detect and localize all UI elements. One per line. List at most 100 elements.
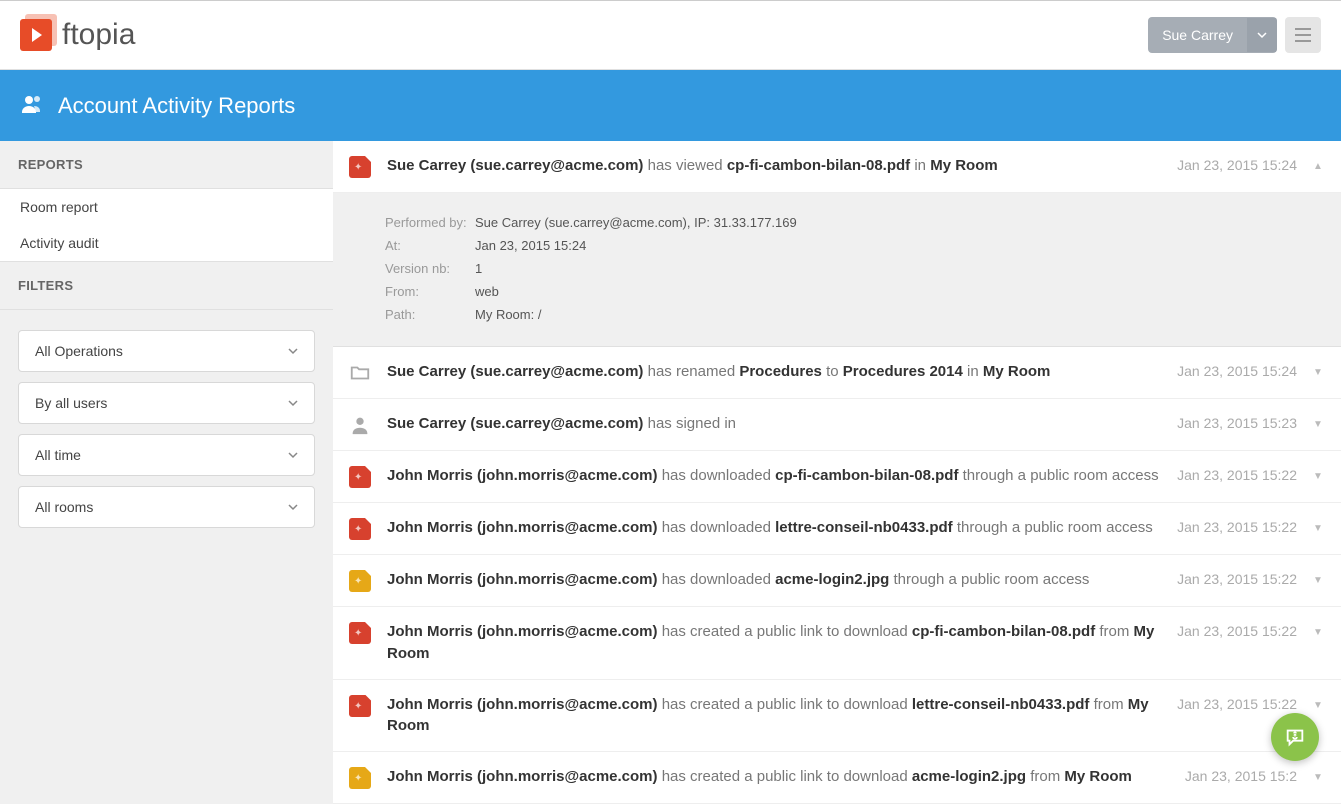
location-name: My Room: [1064, 768, 1132, 785]
object-name: Procedures: [739, 363, 822, 380]
activity-timestamp: Jan 23, 2015 15:22: [1177, 696, 1297, 712]
object-name: cp-fi-cambon-bilan-08.pdf: [727, 157, 910, 174]
location-name: My Room: [983, 363, 1051, 380]
filter-rooms-label: All rooms: [35, 499, 93, 515]
action-text: in: [914, 157, 926, 174]
chevron-down-icon: [288, 499, 298, 515]
activity-row[interactable]: John Morris (john.morris@acme.com) has d…: [333, 555, 1341, 607]
action-text: has created a public link to download: [662, 696, 908, 713]
action-text: has downloaded: [662, 571, 771, 588]
activity-description: John Morris (john.morris@acme.com) has c…: [387, 621, 1161, 665]
expand-toggle-icon[interactable]: ▼: [1313, 523, 1323, 534]
logo[interactable]: ftopia: [20, 18, 135, 52]
activity-description: Sue Carrey (sue.carrey@acme.com) has ren…: [387, 361, 1161, 383]
action-text: from: [1099, 623, 1129, 640]
filter-rooms[interactable]: All rooms: [18, 486, 315, 528]
detail-label: Performed by:: [385, 215, 475, 230]
expand-toggle-icon[interactable]: ▼: [1313, 419, 1323, 430]
activity-row[interactable]: John Morris (john.morris@acme.com) has c…: [333, 607, 1341, 680]
action-text: in: [967, 363, 979, 380]
filter-time[interactable]: All time: [18, 434, 315, 476]
location-name: My Room: [930, 157, 998, 174]
actor-name: Sue Carrey (sue.carrey@acme.com): [387, 415, 643, 432]
object-name: acme-login2.jpg: [775, 571, 889, 588]
activity-timestamp: Jan 23, 2015 15:22: [1177, 623, 1297, 639]
detail-value: web: [475, 284, 499, 299]
filter-operations-label: All Operations: [35, 343, 123, 359]
activity-row[interactable]: Sue Carrey (sue.carrey@acme.com) has sig…: [333, 399, 1341, 451]
filter-users[interactable]: By all users: [18, 382, 315, 424]
actor-name: John Morris (john.morris@acme.com): [387, 571, 658, 588]
user-name-label: Sue Carrey: [1148, 18, 1247, 52]
action-text: from: [1030, 768, 1060, 785]
activity-timestamp: Jan 23, 2015 15:22: [1177, 519, 1297, 535]
actor-name: John Morris (john.morris@acme.com): [387, 696, 658, 713]
expand-toggle-icon[interactable]: ▲: [1313, 161, 1323, 172]
activity-timestamp: Jan 23, 2015 15:22: [1177, 571, 1297, 587]
expand-toggle-icon[interactable]: ▼: [1313, 627, 1323, 638]
expand-toggle-icon[interactable]: ▼: [1313, 471, 1323, 482]
activity-row[interactable]: John Morris (john.morris@acme.com) has d…: [333, 503, 1341, 555]
expand-toggle-icon[interactable]: ▼: [1313, 367, 1323, 378]
pdf-file-icon: [349, 518, 371, 540]
expand-toggle-icon[interactable]: ▼: [1313, 575, 1323, 586]
pdf-file-icon: [349, 695, 371, 717]
pdf-file-icon: [349, 156, 371, 178]
sidebar-item-room-report[interactable]: Room report: [0, 189, 333, 225]
activity-list: Sue Carrey (sue.carrey@acme.com) has vie…: [333, 141, 1341, 804]
activity-row[interactable]: John Morris (john.morris@acme.com) has d…: [333, 451, 1341, 503]
activity-row[interactable]: John Morris (john.morris@acme.com) has c…: [333, 680, 1341, 753]
action-text: through a public room access: [957, 519, 1153, 536]
activity-description: John Morris (john.morris@acme.com) has d…: [387, 517, 1161, 539]
action-text: through a public room access: [963, 467, 1159, 484]
detail-value: Sue Carrey (sue.carrey@acme.com), IP: 31…: [475, 215, 797, 230]
user-menu-button[interactable]: Sue Carrey: [1148, 17, 1277, 53]
action-text: has created a public link to download: [662, 623, 908, 640]
object-name: acme-login2.jpg: [912, 768, 1026, 785]
hamburger-menu-button[interactable]: [1285, 17, 1321, 53]
filter-time-label: All time: [35, 447, 81, 463]
user-icon: [349, 414, 371, 436]
activity-row[interactable]: Sue Carrey (sue.carrey@acme.com) has vie…: [333, 141, 1341, 193]
action-text: has signed in: [648, 415, 736, 432]
chevron-down-icon: [288, 343, 298, 359]
expand-toggle-icon[interactable]: ▼: [1313, 700, 1323, 711]
activity-row[interactable]: Sue Carrey (sue.carrey@acme.com) has ren…: [333, 347, 1341, 399]
expand-toggle-icon[interactable]: ▼: [1313, 772, 1323, 783]
detail-label: From:: [385, 284, 475, 299]
action-text: has created a public link to download: [662, 768, 908, 785]
detail-value: My Room: /: [475, 307, 541, 322]
object-name: lettre-conseil-nb0433.pdf: [912, 696, 1090, 713]
jpg-file-icon: [349, 570, 371, 592]
actor-name: John Morris (john.morris@acme.com): [387, 768, 658, 785]
action-text: has viewed: [648, 157, 723, 174]
action-text: from: [1094, 696, 1124, 713]
actor-name: John Morris (john.morris@acme.com): [387, 623, 658, 640]
action-text: to: [826, 363, 839, 380]
pdf-file-icon: [349, 622, 371, 644]
action-text: through a public room access: [893, 571, 1089, 588]
activity-timestamp: Jan 23, 2015 15:22: [1177, 467, 1297, 483]
actor-name: Sue Carrey (sue.carrey@acme.com): [387, 157, 643, 174]
folder-icon: [349, 362, 371, 384]
detail-value: Jan 23, 2015 15:24: [475, 238, 586, 253]
object-name: lettre-conseil-nb0433.pdf: [775, 519, 953, 536]
object-name: cp-fi-cambon-bilan-08.pdf: [775, 467, 958, 484]
actor-name: Sue Carrey (sue.carrey@acme.com): [387, 363, 643, 380]
detail-label: Path:: [385, 307, 475, 322]
action-text: has downloaded: [662, 467, 771, 484]
reports-links: Room report Activity audit: [0, 189, 333, 261]
filter-operations[interactable]: All Operations: [18, 330, 315, 372]
detail-label: Version nb:: [385, 261, 475, 276]
filter-users-label: By all users: [35, 395, 107, 411]
activity-row[interactable]: John Morris (john.morris@acme.com) has c…: [333, 752, 1341, 804]
detail-value: 1: [475, 261, 482, 276]
activity-timestamp: Jan 23, 2015 15:24: [1177, 157, 1297, 173]
sidebar-item-activity-audit[interactable]: Activity audit: [0, 225, 333, 261]
help-chat-button[interactable]: [1271, 713, 1319, 761]
chevron-down-icon: [288, 395, 298, 411]
people-icon: [20, 92, 44, 119]
activity-description: John Morris (john.morris@acme.com) has c…: [387, 766, 1169, 788]
activity-description: John Morris (john.morris@acme.com) has d…: [387, 465, 1161, 487]
filters-heading: FILTERS: [0, 261, 333, 310]
